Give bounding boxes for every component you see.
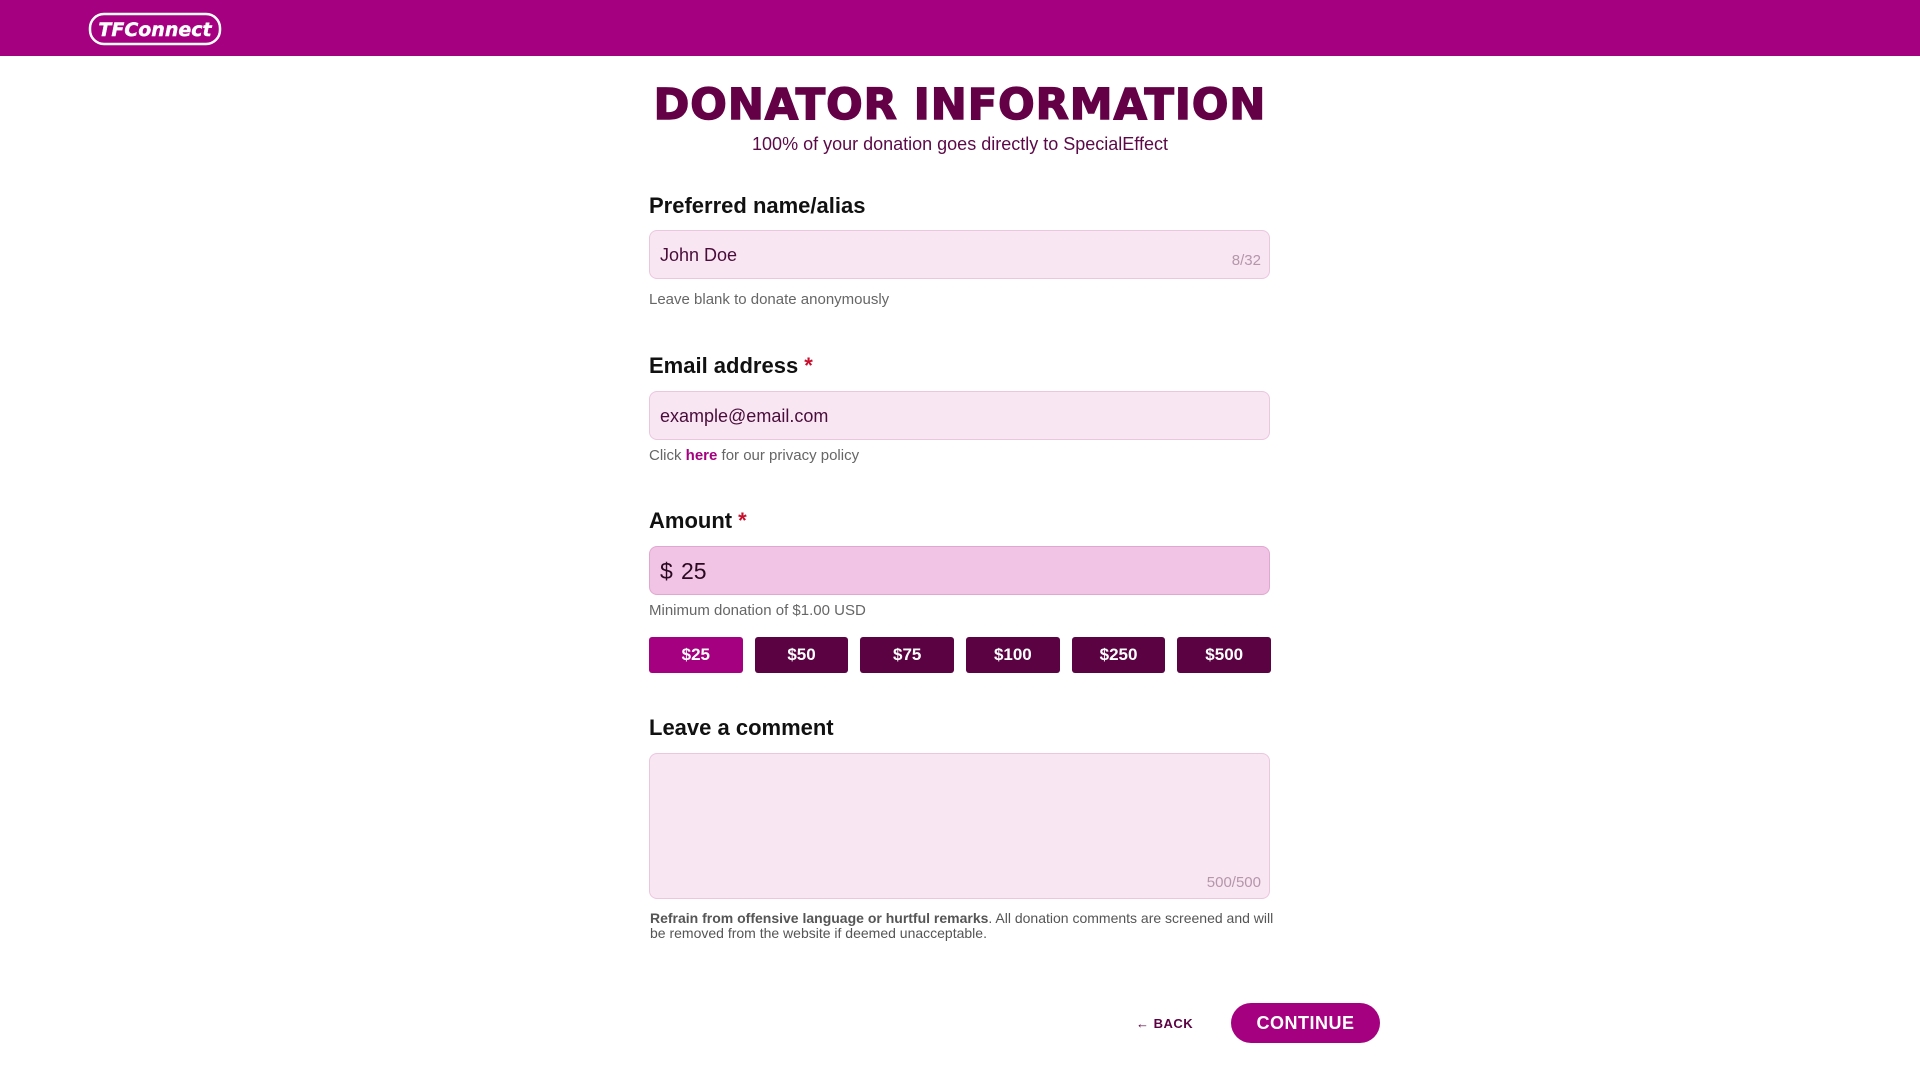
privacy-hint-prefix: Click bbox=[649, 447, 682, 464]
back-button[interactable]: ← BACK bbox=[1136, 1016, 1193, 1031]
amount-input[interactable]: $ 25 bbox=[649, 546, 1270, 595]
page-title: DONATOR INFORMATION bbox=[653, 79, 1267, 131]
privacy-hint: Click here for our privacy policy bbox=[649, 447, 859, 464]
svg-text:TFConnect: TFConnect bbox=[98, 19, 212, 41]
comment-textarea[interactable]: 500/500 bbox=[649, 753, 1270, 899]
preset-500-button[interactable]: $500 bbox=[1177, 637, 1272, 673]
name-value: John Doe bbox=[660, 245, 738, 265]
email-label-text: Email address bbox=[649, 353, 799, 378]
amount-hint: Minimum donation of $1.00 USD bbox=[649, 602, 866, 619]
name-char-counter: 8/32 bbox=[1231, 252, 1261, 269]
privacy-policy-link[interactable]: here bbox=[686, 447, 718, 464]
continue-button[interactable]: CONTINUE bbox=[1231, 1003, 1380, 1043]
top-bar: TFConnect bbox=[0, 0, 1920, 56]
page-subtitle: 100% of your donation goes directly to S… bbox=[752, 134, 1168, 154]
preset-75-button[interactable]: $75 bbox=[860, 637, 955, 673]
preset-250-button[interactable]: $250 bbox=[1071, 637, 1166, 673]
name-label: Preferred name/alias bbox=[649, 193, 866, 218]
amount-presets: $25 $50 $75 $100 $250 $500 bbox=[649, 637, 1272, 673]
disclaimer-bold: Refrain from offensive language or hurtf… bbox=[650, 910, 989, 926]
comment-char-counter: 500/500 bbox=[1206, 874, 1261, 891]
privacy-hint-suffix: for our privacy policy bbox=[721, 447, 860, 464]
amount-value: 25 bbox=[681, 558, 707, 584]
name-input[interactable]: John Doe 8/32 bbox=[649, 230, 1270, 279]
email-value: example@email.com bbox=[660, 406, 829, 426]
required-mark: * bbox=[738, 508, 747, 533]
preset-100-button[interactable]: $100 bbox=[966, 637, 1060, 673]
tfconnect-logo[interactable]: TFConnect bbox=[88, 8, 222, 48]
name-hint: Leave blank to donate anonymously bbox=[649, 291, 890, 308]
preset-25-button[interactable]: $25 bbox=[649, 637, 743, 673]
amount-label-text: Amount bbox=[649, 508, 733, 533]
email-label: Email address * bbox=[649, 353, 813, 379]
preset-50-button[interactable]: $50 bbox=[754, 637, 849, 673]
comment-disclaimer: Refrain from offensive language or hurtf… bbox=[650, 911, 1275, 941]
currency-symbol: $ bbox=[660, 558, 673, 584]
required-mark: * bbox=[804, 353, 813, 378]
email-input[interactable]: example@email.com bbox=[649, 391, 1270, 440]
comment-label: Leave a comment bbox=[649, 715, 834, 740]
amount-label: Amount * bbox=[649, 508, 747, 534]
